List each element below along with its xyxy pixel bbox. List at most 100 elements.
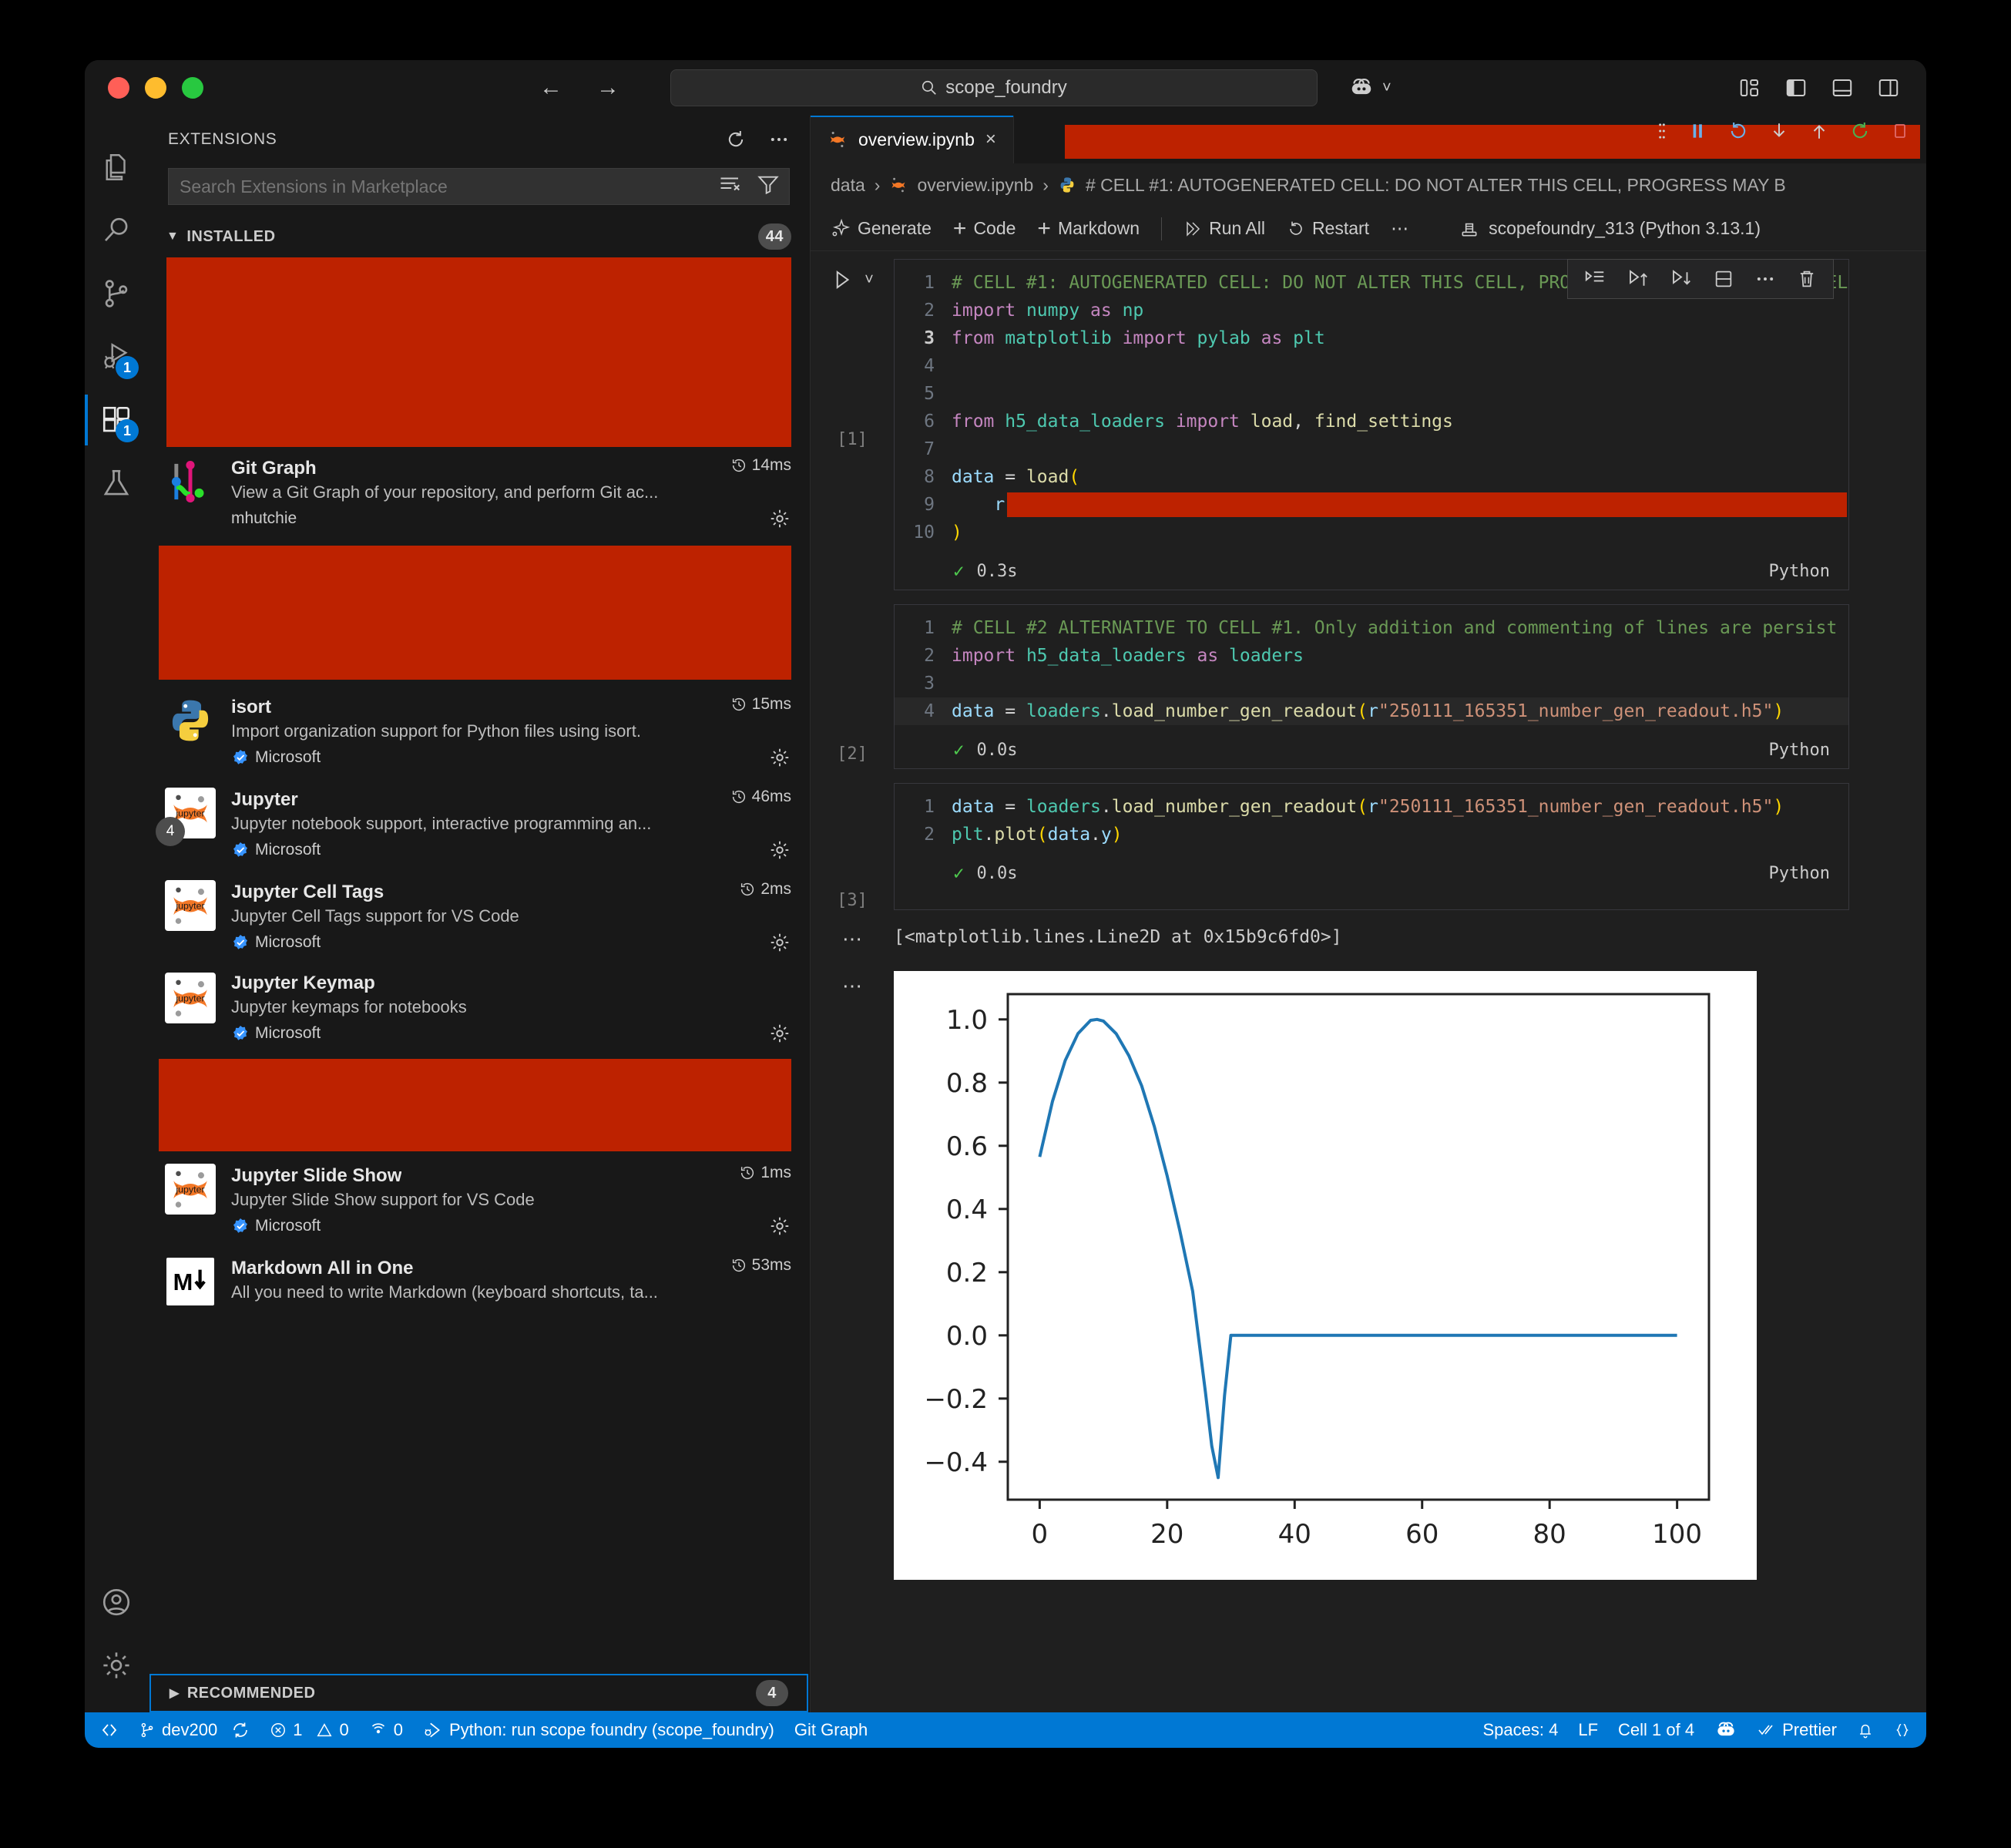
branch-indicator[interactable]: dev200: [139, 1720, 250, 1740]
list-item[interactable]: jupyter Jupyter Slide Show 1ms Jupyter S…: [148, 1154, 810, 1247]
gear-icon[interactable]: [768, 1215, 791, 1238]
cell-run-controls[interactable]: ˅: [831, 268, 874, 291]
list-item[interactable]: jupyter Jupyter Keymap Jupyter keymaps f…: [148, 963, 810, 1054]
activity-extensions[interactable]: 1: [85, 388, 148, 452]
list-item[interactable]: [159, 1059, 791, 1151]
code-editor[interactable]: 1 # CELL #2 ALTERNATIVE TO CELL #1. Only …: [895, 605, 1848, 733]
forward-arrow-icon[interactable]: →: [596, 76, 619, 99]
cell-body[interactable]: 1 # CELL #1: AUTOGENERATED CELL: DO NOT A…: [894, 259, 1849, 590]
ports-indicator[interactable]: 0: [369, 1720, 403, 1740]
breadcrumb[interactable]: data › overview.ipynb › # CELL #1: AUTOG…: [811, 163, 1926, 207]
restart-icon[interactable]: [1727, 120, 1749, 142]
activity-testing[interactable]: [85, 452, 148, 515]
refresh-icon[interactable]: [725, 129, 747, 150]
stop-icon[interactable]: [1891, 120, 1909, 142]
copilot-status[interactable]: [1714, 1720, 1737, 1740]
activity-search[interactable]: [85, 199, 148, 262]
gear-icon[interactable]: [768, 838, 791, 862]
add-code-cell-button[interactable]: + Code: [953, 217, 1016, 240]
run-task-indicator[interactable]: Python: run scope foundry (scope_foundry…: [423, 1720, 774, 1740]
notifications-indicator[interactable]: [1857, 1721, 1874, 1739]
maximize-window-button[interactable]: [182, 77, 203, 99]
cell-language[interactable]: Python: [1769, 864, 1830, 883]
search-extensions-input[interactable]: [168, 168, 790, 205]
drag-handle-icon[interactable]: [1657, 120, 1667, 142]
delete-icon[interactable]: [1796, 268, 1818, 290]
breadcrumb-item-cell[interactable]: # CELL #1: AUTOGENERATED CELL: DO NOT AL…: [1086, 175, 1786, 196]
list-item[interactable]: Git Graph 14ms View a Git Graph of your …: [148, 447, 810, 539]
list-item[interactable]: [166, 257, 791, 447]
toggle-primary-sidebar-icon[interactable]: [1784, 76, 1808, 99]
activity-accounts[interactable]: [85, 1571, 148, 1634]
list-item[interactable]: isort 15ms Import organization support f…: [148, 686, 810, 778]
section-recommended-header[interactable]: ▶ RECOMMENDED 4: [149, 1674, 808, 1712]
toggle-panel-icon[interactable]: [1831, 76, 1854, 99]
output-more-icon[interactable]: ⋯: [811, 924, 894, 951]
split-cell-icon[interactable]: [1713, 268, 1734, 290]
list-item[interactable]: [159, 546, 791, 680]
cell-body[interactable]: 1 # CELL #2 ALTERNATIVE TO CELL #1. Only …: [894, 604, 1849, 769]
indentation-indicator[interactable]: Spaces: 4: [1482, 1720, 1558, 1740]
run-above-icon[interactable]: [1583, 267, 1606, 291]
gear-icon[interactable]: [768, 746, 791, 769]
kernel-selector[interactable]: scopefoundry_313 (Python 3.13.1): [1459, 218, 1761, 239]
activity-run-and-debug[interactable]: 1: [85, 325, 148, 388]
restart-kernel-button[interactable]: Restart: [1287, 218, 1369, 239]
extensions-list[interactable]: Git Graph 14ms View a Git Graph of your …: [148, 257, 810, 1674]
window-controls[interactable]: [85, 77, 203, 99]
remote-indicator[interactable]: [100, 1721, 119, 1739]
pause-icon[interactable]: [1687, 120, 1707, 142]
notebook-cells-scroll[interactable]: ˅ [1] 1 # CELL #1: AUTOGENERATED CELL: DO…: [811, 251, 1926, 1712]
cell-body[interactable]: 1 data = loaders.load_number_gen_readout(…: [894, 783, 1849, 910]
git-graph-indicator[interactable]: Git Graph: [794, 1720, 868, 1740]
braces-indicator[interactable]: [1894, 1721, 1911, 1739]
more-icon[interactable]: [768, 129, 790, 150]
notebook-cell[interactable]: ˅ [1] 1 # CELL #1: AUTOGENERATED CELL: DO…: [811, 259, 1926, 590]
undo-icon[interactable]: [1849, 120, 1871, 142]
list-item[interactable]: jupyter Jupyter Cell Tags 2ms Jupyter Ce…: [148, 871, 810, 963]
activity-source-control[interactable]: [85, 262, 148, 325]
command-center-search[interactable]: scope_foundry: [670, 69, 1318, 106]
download-icon[interactable]: [1769, 120, 1789, 142]
tab-overview-ipynb[interactable]: overview.ipynb ×: [811, 116, 1014, 163]
execute-below-cells-icon[interactable]: [1670, 267, 1693, 291]
run-cell-icon[interactable]: [831, 268, 854, 291]
customize-layout-icon[interactable]: [1738, 76, 1761, 99]
more-icon[interactable]: ⋯: [1391, 218, 1410, 239]
execute-above-cells-icon[interactable]: [1627, 267, 1650, 291]
filter-icon[interactable]: [757, 174, 779, 194]
add-markdown-cell-button[interactable]: + Markdown: [1037, 217, 1140, 240]
output-more-icon[interactable]: ⋯: [811, 971, 894, 998]
prettier-indicator[interactable]: Prettier: [1758, 1720, 1837, 1740]
clear-filter-icon[interactable]: [719, 174, 742, 194]
cell-language[interactable]: Python: [1769, 741, 1830, 760]
eol-indicator[interactable]: LF: [1578, 1720, 1598, 1740]
close-icon[interactable]: ×: [985, 129, 996, 150]
gear-icon[interactable]: [768, 507, 791, 530]
activity-manage-settings[interactable]: [85, 1634, 148, 1697]
more-icon[interactable]: [1754, 268, 1776, 290]
copilot-menu[interactable]: ˅: [1348, 76, 1392, 99]
gear-icon[interactable]: [768, 1022, 791, 1045]
problems-indicator[interactable]: 1 0: [270, 1720, 349, 1740]
upload-icon[interactable]: [1809, 120, 1829, 142]
section-installed-header[interactable]: ▼ INSTALLED 44: [148, 216, 810, 257]
generate-button[interactable]: Generate: [831, 218, 932, 239]
cell-language[interactable]: Python: [1769, 562, 1830, 581]
notebook-cell[interactable]: [3] 1 data = loaders.load_number_gen_read…: [811, 783, 1926, 910]
activity-explorer[interactable]: [85, 136, 148, 199]
chevron-down-icon[interactable]: ˅: [864, 271, 874, 289]
list-item[interactable]: M Markdown All in One 53ms All you need …: [148, 1247, 810, 1316]
code-editor[interactable]: 1 # CELL #1: AUTOGENERATED CELL: DO NOT A…: [895, 260, 1848, 554]
cell-position-indicator[interactable]: Cell 1 of 4: [1618, 1720, 1694, 1740]
toggle-secondary-sidebar-icon[interactable]: [1877, 76, 1900, 99]
code-editor[interactable]: 1 data = loaders.load_number_gen_readout(…: [895, 784, 1848, 856]
list-item[interactable]: jupyter 4 Jupyter 46ms Jupyter notebook …: [148, 778, 810, 871]
close-window-button[interactable]: [108, 77, 129, 99]
breadcrumb-item-file[interactable]: overview.ipynb: [917, 175, 1033, 196]
gear-icon[interactable]: [768, 931, 791, 954]
minimize-window-button[interactable]: [145, 77, 166, 99]
run-all-button[interactable]: Run All: [1183, 218, 1265, 239]
chevron-down-icon[interactable]: ˅: [1382, 79, 1392, 97]
notebook-cell[interactable]: [2] 1 # CELL #2 ALTERNATIVE TO CELL #1. O…: [811, 604, 1926, 769]
